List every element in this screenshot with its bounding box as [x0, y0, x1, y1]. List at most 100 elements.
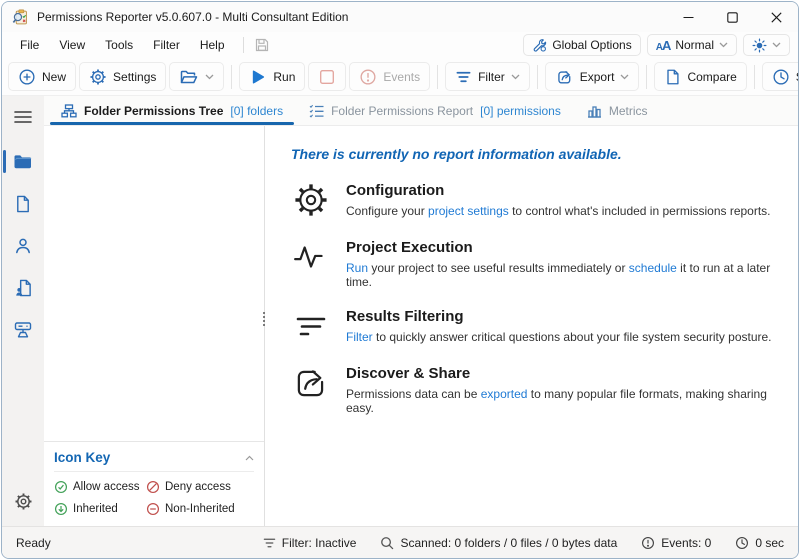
report-panel: There is currently no report information… — [265, 126, 798, 526]
icon-key-panel: Icon Key Allow access — [44, 441, 264, 526]
section-title: Results Filtering — [346, 308, 772, 325]
pulse-icon — [291, 237, 331, 277]
app-logo-icon — [12, 9, 29, 26]
icon-key-deny: Deny access — [146, 480, 254, 494]
stop-button[interactable] — [308, 62, 346, 91]
inherited-icon — [54, 502, 68, 516]
global-options-button[interactable]: Global Options — [523, 34, 640, 56]
section-title: Discover & Share — [346, 365, 788, 382]
collapse-chevron-icon[interactable] — [245, 455, 254, 461]
menu-tools[interactable]: Tools — [95, 35, 143, 55]
filter-button[interactable]: Filter — [445, 62, 530, 91]
app-window: Permissions Reporter v5.0.607.0 - Multi … — [1, 1, 799, 559]
status-filter: Filter: Inactive — [263, 536, 357, 550]
folder-icon — [13, 153, 33, 170]
no-report-message: There is currently no report information… — [291, 146, 788, 162]
sidebar-item-file-owner[interactable] — [2, 271, 44, 304]
filter-icon — [263, 537, 276, 549]
schedule-link[interactable]: schedule — [629, 261, 677, 275]
toolbar: New Settings Run — [2, 58, 798, 96]
title-bar: Permissions Reporter v5.0.607.0 - Multi … — [2, 2, 798, 32]
new-button[interactable]: New — [8, 62, 76, 91]
sidebar-item-folder-tree[interactable] — [2, 145, 44, 178]
checklist-icon — [309, 104, 324, 118]
menu-view[interactable]: View — [49, 35, 95, 55]
splitter-handle[interactable] — [261, 310, 267, 328]
sidebar-menu-toggle[interactable] — [2, 100, 44, 133]
events-button[interactable]: Events — [349, 62, 430, 91]
gear-icon — [291, 180, 331, 220]
bar-chart-icon — [587, 104, 602, 118]
menu-bar: File View Tools Filter Help Global Optio… — [2, 32, 798, 58]
menu-help[interactable]: Help — [190, 35, 235, 55]
menu-file[interactable]: File — [10, 35, 49, 55]
section-desc: Permissions data can be exported to many… — [346, 387, 788, 415]
left-sidebar — [2, 96, 44, 526]
status-ready: Ready — [16, 536, 51, 550]
project-settings-link[interactable]: project settings — [428, 204, 509, 218]
chevron-down-icon — [772, 42, 781, 48]
share-icon — [291, 363, 331, 403]
sun-icon — [752, 38, 767, 53]
wrench-icon — [532, 38, 547, 53]
icon-key-title: Icon Key — [54, 450, 110, 465]
section-title: Configuration — [346, 182, 771, 199]
toolbar-separator — [646, 65, 647, 89]
alert-circle-icon — [641, 536, 655, 550]
alert-circle-icon — [359, 68, 377, 86]
maximize-button[interactable] — [710, 2, 754, 32]
section-title: Project Execution — [346, 239, 788, 256]
font-size-selector[interactable]: AA Normal — [647, 34, 737, 56]
non-inherited-icon — [146, 502, 160, 516]
filter-link[interactable]: Filter — [346, 330, 373, 344]
tab-folder-permissions-tree[interactable]: Folder Permissions Tree [0] folders — [48, 96, 296, 125]
run-button[interactable]: Run — [239, 62, 305, 91]
clock-icon — [735, 536, 749, 550]
close-button[interactable] — [754, 2, 798, 32]
theme-toggle[interactable] — [743, 34, 790, 56]
chevron-down-icon — [511, 74, 520, 80]
scheduler-button[interactable]: Scheduler — [762, 62, 799, 91]
tab-count: [0] permissions — [480, 104, 561, 118]
status-elapsed-time: 0 sec — [735, 536, 784, 550]
section-desc: Filter to quickly answer critical questi… — [346, 330, 772, 344]
sidebar-settings-button[interactable] — [2, 485, 44, 518]
compare-button[interactable]: Compare — [654, 62, 746, 91]
user-icon — [14, 237, 32, 255]
save-icon[interactable] — [252, 35, 272, 55]
section-project-execution: Project Execution Run your project to se… — [291, 237, 788, 289]
filter-icon — [455, 69, 472, 85]
sidebar-item-users[interactable] — [2, 229, 44, 262]
exported-link[interactable]: exported — [481, 387, 528, 401]
toolbar-separator — [537, 65, 538, 89]
tab-count: [0] folders — [230, 104, 283, 118]
tab-folder-permissions-report[interactable]: Folder Permissions Report [0] permission… — [296, 96, 574, 125]
icon-key-inherited: Inherited — [54, 502, 146, 516]
clock-icon — [772, 68, 790, 86]
run-link[interactable]: Run — [346, 261, 368, 275]
toolbar-separator — [437, 65, 438, 89]
file-user-icon — [15, 279, 32, 297]
file-icon — [15, 195, 31, 213]
menu-filter[interactable]: Filter — [143, 35, 190, 55]
search-icon — [380, 536, 394, 550]
section-configuration: Configuration Configure your project set… — [291, 180, 788, 220]
section-desc: Run your project to see useful results i… — [346, 261, 788, 289]
minimize-button[interactable] — [666, 2, 710, 32]
section-desc: Configure your project settings to contr… — [346, 204, 771, 218]
window-title: Permissions Reporter v5.0.607.0 - Multi … — [37, 10, 348, 24]
status-events: Events: 0 — [641, 536, 711, 550]
export-button[interactable]: Export — [545, 62, 640, 91]
sidebar-item-document[interactable] — [2, 187, 44, 220]
chevron-down-icon — [620, 74, 629, 80]
settings-button[interactable]: Settings — [79, 62, 166, 91]
play-icon — [249, 68, 267, 86]
open-project-button[interactable] — [169, 62, 224, 91]
folder-tree-panel[interactable]: Icon Key Allow access — [44, 126, 265, 526]
font-size-icon: AA — [656, 38, 671, 53]
gear-icon — [14, 492, 33, 511]
chevron-down-icon — [719, 42, 728, 48]
sidebar-item-network[interactable] — [2, 313, 44, 346]
tab-metrics[interactable]: Metrics — [574, 96, 661, 125]
icon-key-non-inherited: Non-Inherited — [146, 502, 254, 516]
